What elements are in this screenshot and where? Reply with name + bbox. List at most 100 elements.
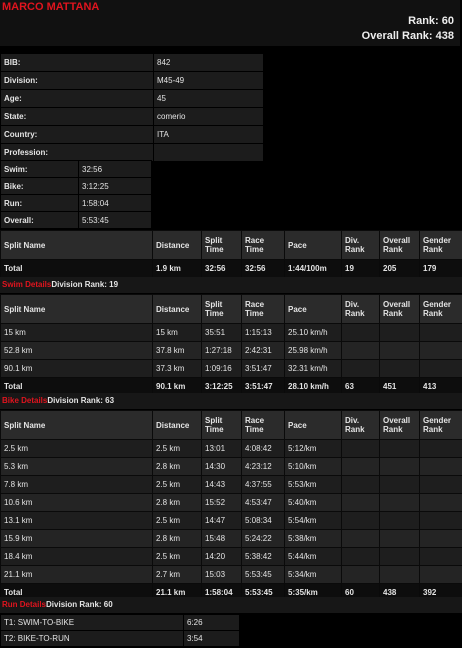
- bike-section-bar: Bike DetailsDivision Rank: 63: [0, 393, 462, 409]
- transition-row: T2: BIKE-TO-RUN 3:54: [0, 630, 240, 647]
- cell-distance: 2.7 km: [152, 565, 202, 584]
- summary-label: Bike:: [0, 177, 79, 195]
- cell-overall-rank: [379, 511, 420, 530]
- info-label: Age:: [0, 89, 154, 108]
- summary-row: Bike: 3:12:25: [0, 177, 152, 195]
- split-row: 2.5 km 2.5 km 13:01 4:08:42 5:12/km: [0, 439, 462, 458]
- run-section-bar: Run DetailsDivision Rank: 60: [0, 597, 462, 613]
- total-gender-rank: 179: [419, 259, 462, 278]
- cell-distance: 37.8 km: [152, 341, 202, 360]
- cell-div-rank: [341, 529, 380, 548]
- cell-gender-rank: [419, 457, 462, 476]
- info-row: Profession:: [0, 143, 264, 162]
- info-value: 45: [153, 89, 264, 108]
- summary-row: Run: 1:58:04: [0, 194, 152, 212]
- split-row: 5.3 km 2.8 km 14:30 4:23:12 5:10/km: [0, 457, 462, 476]
- cell-overall-rank: [379, 341, 420, 360]
- cell-gender-rank: [419, 341, 462, 360]
- transition-time: 6:26: [183, 614, 240, 631]
- header-overall-rank: Overall Rank: [379, 410, 420, 440]
- cell-gender-rank: [419, 493, 462, 512]
- swim-details-link[interactable]: Swim Details: [2, 280, 51, 289]
- cell-split-time: 1:27:18: [201, 341, 242, 360]
- info-label: BIB:: [0, 53, 154, 72]
- cell-gender-rank: [419, 475, 462, 494]
- transition-row: T1: SWIM-TO-BIKE 6:26: [0, 614, 240, 631]
- info-label: Profession:: [0, 143, 154, 162]
- swim-splits-table: Split Name Distance Split Time Race Time Pac…: [0, 230, 462, 278]
- header-row: Split Name Distance Split Time Race Time Pac…: [0, 294, 462, 324]
- run-details-link[interactable]: Run Details: [2, 600, 46, 609]
- division-rank-label: Rank: 60: [408, 15, 454, 27]
- summary-value: 32:56: [78, 160, 152, 178]
- header-split-name: Split Name: [0, 230, 153, 260]
- cell-split-time: 14:43: [201, 475, 242, 494]
- cell-pace: 5:54/km: [284, 511, 342, 530]
- header-race-time: Race Time: [241, 294, 285, 324]
- split-row: 90.1 km 37.3 km 1:09:16 3:51:47 32.31 km/h: [0, 359, 462, 378]
- transition-label: T1: SWIM-TO-BIKE: [0, 614, 184, 631]
- cell-race-time: 3:51:47: [241, 359, 285, 378]
- split-row: 21.1 km 2.7 km 15:03 5:53:45 5:34/km: [0, 565, 462, 584]
- header-pace: Pace: [284, 410, 342, 440]
- header-div-rank: Div. Rank: [341, 294, 380, 324]
- cell-div-rank: [341, 511, 380, 530]
- header-gender-rank: Gender Rank: [419, 230, 462, 260]
- cell-split-time: 15:03: [201, 565, 242, 584]
- cell-pace: 25.98 km/h: [284, 341, 342, 360]
- transition-label: T2: BIKE-TO-RUN: [0, 630, 184, 647]
- cell-race-time: 4:37:55: [241, 475, 285, 494]
- cell-gender-rank: [419, 511, 462, 530]
- summary-value: 3:12:25: [78, 177, 152, 195]
- cell-split-name: 52.8 km: [0, 341, 153, 360]
- cell-pace: 32.31 km/h: [284, 359, 342, 378]
- cell-div-rank: [341, 547, 380, 566]
- header-pace: Pace: [284, 230, 342, 260]
- total-split-time: 32:56: [201, 259, 242, 278]
- summary-row: Swim: 32:56: [0, 160, 152, 178]
- run-division-rank: Division Rank: 60: [46, 600, 113, 609]
- info-value: [153, 143, 264, 162]
- cell-div-rank: [341, 475, 380, 494]
- info-value: ITA: [153, 125, 264, 144]
- header-div-rank: Div. Rank: [341, 230, 380, 260]
- cell-div-rank: [341, 457, 380, 476]
- info-row: BIB: 842: [0, 53, 264, 72]
- cell-gender-rank: [419, 323, 462, 342]
- cell-split-name: 7.8 km: [0, 475, 153, 494]
- total-race-time: 32:56: [241, 259, 285, 278]
- bike-details-link[interactable]: Bike Details: [2, 396, 47, 405]
- overall-rank-label: Overall Rank: 438: [361, 30, 454, 42]
- header-distance: Distance: [152, 410, 202, 440]
- cell-distance: 2.8 km: [152, 529, 202, 548]
- split-row: 15 km 15 km 35:51 1:15:13 25.10 km/h: [0, 323, 462, 342]
- cell-div-rank: [341, 565, 380, 584]
- cell-div-rank: [341, 359, 380, 378]
- cell-split-time: 35:51: [201, 323, 242, 342]
- header-race-time: Race Time: [241, 230, 285, 260]
- time-summary-table: Swim: 32:56 Bike: 3:12:25 Run: 1:58:04 Overall…: [0, 160, 152, 229]
- header-split-time: Split Time: [201, 410, 242, 440]
- cell-split-name: 21.1 km: [0, 565, 153, 584]
- summary-label: Overall:: [0, 211, 79, 229]
- info-label: Country:: [0, 125, 154, 144]
- cell-split-name: 10.6 km: [0, 493, 153, 512]
- bike-division-rank: Division Rank: 63: [47, 396, 115, 405]
- info-row: State: comerio: [0, 107, 264, 126]
- cell-split-time: 15:52: [201, 493, 242, 512]
- cell-split-name: 2.5 km: [0, 439, 153, 458]
- cell-gender-rank: [419, 529, 462, 548]
- info-label: Division:: [0, 71, 154, 90]
- summary-row: Overall: 5:53:45: [0, 211, 152, 229]
- cell-pace: 5:38/km: [284, 529, 342, 548]
- header-pace: Pace: [284, 294, 342, 324]
- rank-block: Rank: 60 Overall Rank: 438: [362, 14, 454, 44]
- cell-race-time: 5:08:34: [241, 511, 285, 530]
- header-row: Split Name Distance Split Time Race Time Pac…: [0, 230, 462, 260]
- cell-race-time: 4:53:47: [241, 493, 285, 512]
- cell-pace: 25.10 km/h: [284, 323, 342, 342]
- info-value: M45-49: [153, 71, 264, 90]
- cell-div-rank: [341, 493, 380, 512]
- cell-distance: 2.5 km: [152, 439, 202, 458]
- cell-split-name: 90.1 km: [0, 359, 153, 378]
